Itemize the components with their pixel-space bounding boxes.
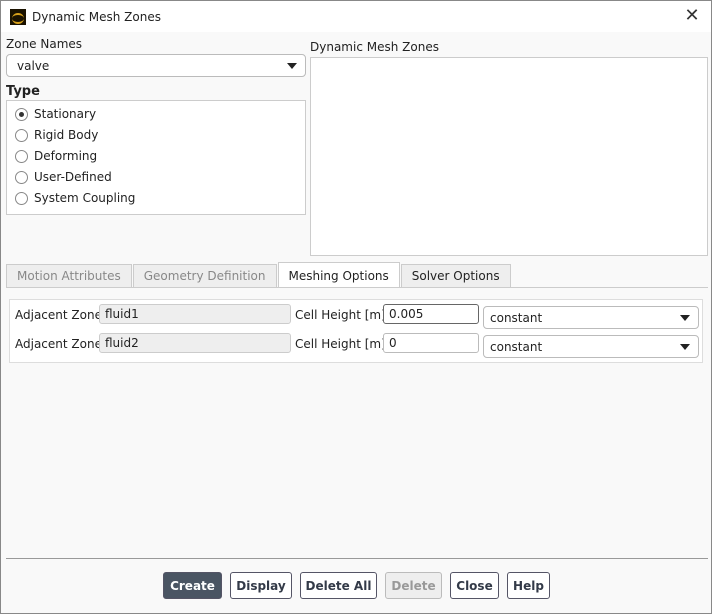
cell-height-input[interactable]: 0 bbox=[383, 333, 479, 353]
tab-divider bbox=[6, 287, 708, 288]
radio-stationary[interactable]: Stationary bbox=[15, 107, 96, 121]
tab-motion-attributes[interactable]: Motion Attributes bbox=[6, 264, 132, 288]
cell-height-method-select[interactable]: constant bbox=[483, 306, 699, 329]
type-group: Stationary Rigid Body Deforming User-Def… bbox=[6, 100, 306, 215]
chevron-down-icon bbox=[287, 62, 297, 69]
button-separator bbox=[6, 558, 708, 559]
dialog-window: Dynamic Mesh Zones ✕ Zone Names valve Ty… bbox=[0, 0, 712, 614]
radio-selected-icon bbox=[15, 107, 28, 121]
radio-icon bbox=[15, 191, 28, 205]
radio-icon bbox=[15, 149, 28, 163]
adjacent-zone-label: Adjacent Zone bbox=[15, 337, 102, 351]
delete-all-button[interactable]: Delete All bbox=[300, 572, 377, 599]
method-value: constant bbox=[490, 339, 543, 354]
help-button[interactable]: Help bbox=[507, 572, 550, 599]
window-title: Dynamic Mesh Zones bbox=[32, 9, 161, 24]
dynamic-mesh-zones-list[interactable] bbox=[310, 57, 708, 256]
title-bar: Dynamic Mesh Zones ✕ bbox=[1, 1, 711, 32]
tab-geometry-definition[interactable]: Geometry Definition bbox=[132, 264, 277, 288]
method-value: constant bbox=[490, 310, 543, 325]
radio-icon bbox=[15, 128, 28, 142]
meshing-options-panel: Adjacent Zone fluid1 Cell Height [m] 0.0… bbox=[9, 299, 703, 363]
chevron-down-icon bbox=[680, 343, 690, 350]
radio-label: Deforming bbox=[34, 149, 98, 163]
close-button[interactable]: Close bbox=[450, 572, 499, 599]
radio-icon bbox=[15, 170, 28, 184]
create-button[interactable]: Create bbox=[163, 572, 222, 599]
radio-label: System Coupling bbox=[34, 191, 136, 205]
app-logo-icon bbox=[10, 8, 26, 25]
cell-height-method-select[interactable]: constant bbox=[483, 335, 699, 358]
adjacent-zone-field: fluid2 bbox=[99, 333, 291, 353]
adjacent-zone-label: Adjacent Zone bbox=[15, 308, 102, 322]
display-button[interactable]: Display bbox=[230, 572, 292, 599]
zone-names-label: Zone Names bbox=[6, 37, 83, 51]
radio-label: Rigid Body bbox=[34, 128, 99, 142]
type-label: Type bbox=[6, 84, 40, 99]
chevron-down-icon bbox=[680, 314, 690, 321]
cell-height-input[interactable]: 0.005 bbox=[383, 304, 479, 324]
tab-bar: Motion Attributes Geometry Definition Me… bbox=[6, 262, 512, 288]
radio-deforming[interactable]: Deforming bbox=[15, 149, 97, 163]
radio-label: User-Defined bbox=[34, 170, 112, 184]
adjacent-zone-field: fluid1 bbox=[99, 304, 291, 324]
cell-height-label: Cell Height [m] bbox=[295, 308, 386, 322]
delete-button: Delete bbox=[385, 572, 442, 599]
tab-meshing-options[interactable]: Meshing Options bbox=[277, 262, 400, 288]
radio-system-coupling[interactable]: System Coupling bbox=[15, 191, 135, 205]
cell-height-label: Cell Height [m] bbox=[295, 337, 386, 351]
close-icon[interactable]: ✕ bbox=[681, 5, 703, 26]
tab-solver-options[interactable]: Solver Options bbox=[400, 264, 511, 288]
radio-rigid-body[interactable]: Rigid Body bbox=[15, 128, 98, 142]
radio-label: Stationary bbox=[34, 107, 97, 121]
zone-names-value: valve bbox=[17, 58, 50, 73]
zone-names-select[interactable]: valve bbox=[6, 54, 306, 77]
dynamic-mesh-zones-label: Dynamic Mesh Zones bbox=[310, 40, 439, 54]
radio-user-defined[interactable]: User-Defined bbox=[15, 170, 112, 184]
